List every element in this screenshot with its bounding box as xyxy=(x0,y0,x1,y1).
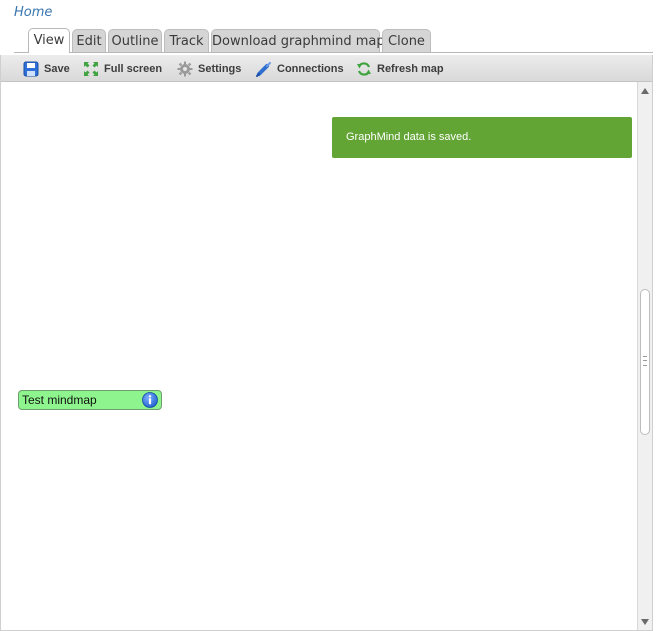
tab-view[interactable]: View xyxy=(28,28,70,53)
node-label: Test mindmap xyxy=(22,393,97,407)
scrollbar-thumb[interactable] xyxy=(640,289,650,435)
tab-clone[interactable]: Clone xyxy=(382,29,431,52)
full-screen-label: Full screen xyxy=(104,62,163,75)
refresh-map-button[interactable]: Refresh map xyxy=(356,59,444,78)
tab-outline[interactable]: Outline xyxy=(108,29,162,52)
refresh-icon xyxy=(356,61,372,77)
breadcrumb-home[interactable]: Home xyxy=(14,5,52,20)
tab-track[interactable]: Track xyxy=(164,29,209,52)
refresh-map-label: Refresh map xyxy=(377,62,444,75)
save-button[interactable]: Save xyxy=(23,59,70,78)
status-message: GraphMind data is saved. xyxy=(332,117,632,158)
floppy-disk-icon xyxy=(23,61,39,77)
full-screen-button[interactable]: Full screen xyxy=(83,59,162,78)
scroll-up-arrow-icon[interactable] xyxy=(638,84,652,98)
scroll-down-arrow-icon[interactable] xyxy=(638,615,652,629)
expand-arrows-icon xyxy=(83,61,99,77)
mindmap-canvas[interactable]: GraphMind data is saved. Test mindmap xyxy=(1,82,637,631)
connector-icon xyxy=(256,61,272,77)
connections-button[interactable]: Connections xyxy=(256,59,344,78)
mindmap-root-node[interactable]: Test mindmap xyxy=(18,390,162,410)
save-label: Save xyxy=(44,62,70,75)
tab-bar: View Edit Outline Track Download graphmi… xyxy=(0,28,653,53)
vertical-scrollbar[interactable] xyxy=(637,82,652,631)
settings-label: Settings xyxy=(198,62,242,75)
tab-download-graphmind-map[interactable]: Download graphmind map xyxy=(211,29,385,52)
info-icon[interactable] xyxy=(142,392,158,408)
gear-icon xyxy=(177,61,193,77)
tab-edit[interactable]: Edit xyxy=(72,29,106,52)
graphmind-frame: Save Full screen Settings Connections Re… xyxy=(0,55,653,631)
connections-label: Connections xyxy=(277,62,344,75)
graphmind-toolbar: Save Full screen Settings Connections Re… xyxy=(1,55,652,82)
scrollbar-grip xyxy=(643,356,647,366)
settings-button[interactable]: Settings xyxy=(177,59,241,78)
